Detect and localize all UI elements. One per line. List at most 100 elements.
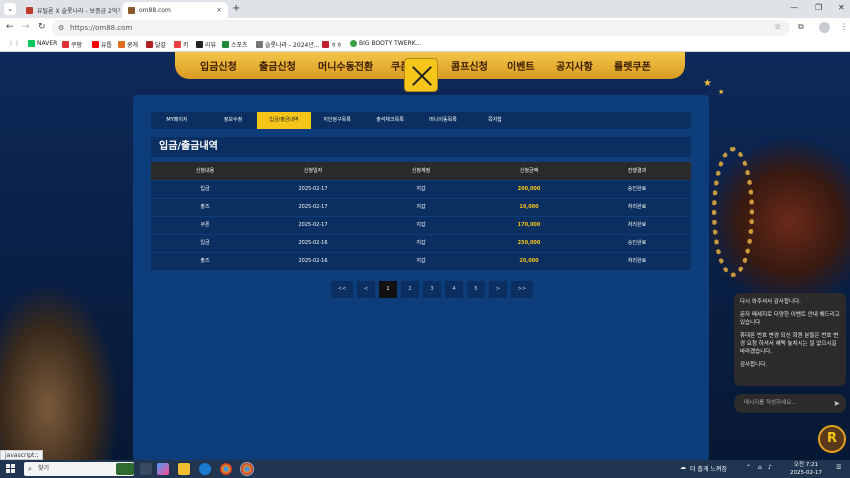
bookmark-3[interactable]: 달갈 <box>146 40 166 49</box>
forward-icon[interactable]: → <box>22 22 30 32</box>
table-header: 신청내용 신청일자 신청계정 신청금액 진행결과 <box>151 162 691 180</box>
extensions-icon[interactable]: ⧉ <box>798 22 804 32</box>
bookmarks-bar: ⋮⋮ NAVER 쿠팡 유툽 쿵게 달갈 키 리뷰 스포츠 슬롯나라 - 202… <box>0 38 850 52</box>
menu-roulette-coupon[interactable]: 룰렛쿠폰 <box>614 58 651 73</box>
tree-widget-icon <box>116 463 134 475</box>
bookmark-9[interactable]: BIG BOOTY TWERK... <box>350 40 421 47</box>
tab-title: om88.com <box>139 6 171 14</box>
tray-chevron-icon[interactable]: ⌃ <box>746 464 751 471</box>
cell-amount: 170,000 <box>517 222 541 228</box>
notifications-icon[interactable]: ☰ <box>836 464 841 471</box>
youtube-icon <box>92 41 99 48</box>
close-window-icon[interactable]: ✕ <box>838 3 845 12</box>
page-button-4[interactable]: 4 <box>445 281 463 298</box>
volume-icon[interactable]: ♪ <box>768 464 772 471</box>
cell-type: 입금 <box>200 240 210 246</box>
browser-tab-2[interactable]: om88.com × <box>122 2 228 18</box>
page-button-1[interactable]: 1 <box>379 281 397 298</box>
back-icon[interactable]: ← <box>6 22 14 32</box>
bookmark-coupang[interactable]: 쿠팡 <box>62 40 82 49</box>
tab-money-transfer[interactable]: 머니이동목록 <box>417 112 469 129</box>
minimize-icon[interactable]: — <box>790 3 798 12</box>
table-row: 쿠폰 2025-02-17 지갑 170,000 처리완료 <box>151 216 691 234</box>
menu-event[interactable]: 이벤트 <box>507 58 535 73</box>
tab-title: 유틸론 X 슬롯나라 - 보증금 2억 <box>37 7 118 15</box>
edge-icon[interactable] <box>199 463 211 475</box>
tab-transactions[interactable]: 입금/출금내역 <box>257 112 311 129</box>
chat-message-bubble: 다시 와주셔서 감사합니다. 문자 메세지로 다양한 이벤트 안내 해드리고 있… <box>734 293 846 386</box>
bookmark-7[interactable]: 슬롯나라 - 2024년... <box>256 40 320 49</box>
menu-withdraw[interactable]: 출금신청 <box>259 58 296 73</box>
tab-attendance[interactable]: 출석체크목록 <box>363 112 417 129</box>
chat-launcher-logo[interactable]: R <box>818 425 846 453</box>
bookmark-2[interactable]: 쿵게 <box>118 40 138 49</box>
bookmark-star-icon[interactable]: ☆ <box>774 22 781 31</box>
table-row: 입금 2025-02-16 지갑 250,000 승인완료 <box>151 234 691 252</box>
apps-icon[interactable]: ⋮⋮ <box>8 40 20 47</box>
mypage-tabs: MY페이지 정보수정 입금/출금내역 지인정구목록 출석체크목록 머니이동목록 … <box>151 112 691 129</box>
system-clock[interactable]: 오전 7:21 2025-02-17 <box>790 461 822 477</box>
page-last-button[interactable]: >> <box>511 281 533 298</box>
chat-input-placeholder: 메시지를 작성하세요... <box>744 400 797 406</box>
file-explorer-icon[interactable] <box>178 463 190 475</box>
network-icon[interactable]: ⌂ <box>758 464 762 471</box>
tab-messages[interactable]: 쪽지함 <box>469 112 521 129</box>
bookmark-5[interactable]: 리뷰 <box>196 40 216 49</box>
task-view-icon[interactable] <box>140 463 152 475</box>
col-amount: 신청금액 <box>519 168 539 174</box>
star-icon: ★ <box>703 78 712 89</box>
naver-icon <box>28 40 35 47</box>
menu-money-convert[interactable]: 머니수동전환 <box>318 58 373 73</box>
site-viewport: ★ ★ 입금신청 출금신청 머니수동전환 쿠폰 콤프신청 이벤트 공지사항 룰렛… <box>0 52 850 461</box>
menu-deposit[interactable]: 입금신청 <box>200 58 237 73</box>
new-tab-button[interactable]: + <box>232 3 240 14</box>
menu-comp[interactable]: 콤프신청 <box>451 58 488 73</box>
chrome-active-icon[interactable] <box>240 462 254 476</box>
bookmark-8[interactable]: ㅎㅎ <box>322 40 342 49</box>
bookmark-6[interactable]: 스포츠 <box>222 40 248 49</box>
page-first-button[interactable]: << <box>331 281 353 298</box>
tab-favicon-icon <box>26 6 33 14</box>
close-icon[interactable] <box>404 58 438 92</box>
table-row: 출즈 2025-02-16 지갑 20,000 처리완료 <box>151 252 691 270</box>
bookmark-icon <box>146 41 153 48</box>
tab-edit-info[interactable]: 정보수정 <box>207 112 259 129</box>
page-button-5[interactable]: 5 <box>467 281 485 298</box>
send-icon[interactable]: ➤ <box>833 394 840 413</box>
chat-message: 문자 메세지로 다양한 이벤트 안내 해드리고 있습니다 <box>740 312 840 326</box>
copilot-icon[interactable] <box>157 463 169 475</box>
browser-tab-1[interactable]: 유틸론 X 슬롯나라 - 보증금 2억 × <box>20 2 120 18</box>
cell-account: 지갑 <box>416 240 426 246</box>
tab-close-icon[interactable]: × <box>216 6 222 14</box>
windows-start-icon[interactable] <box>6 464 16 474</box>
address-bar[interactable]: ⚙ https://om88.com <box>52 20 790 36</box>
bookmark-icon <box>322 41 329 48</box>
menu-notice[interactable]: 공지사항 <box>556 58 593 73</box>
search-icon: ⌕ <box>28 465 32 473</box>
page-prev-button[interactable]: < <box>357 281 375 298</box>
maximize-icon[interactable]: ❐ <box>815 3 822 12</box>
page-button-3[interactable]: 3 <box>423 281 441 298</box>
clock-time: 오전 7:21 <box>793 462 819 468</box>
tab-referral[interactable]: 지인정구목록 <box>311 112 363 129</box>
cell-account: 지갑 <box>416 186 426 192</box>
tab-search-button[interactable]: ⌄ <box>4 3 16 15</box>
bookmark-youtube[interactable]: 유툽 <box>92 40 112 49</box>
page-button-2[interactable]: 2 <box>401 281 419 298</box>
chrome-icon[interactable] <box>220 463 232 475</box>
tab-close-icon[interactable]: × <box>117 6 120 14</box>
reload-icon[interactable]: ↻ <box>38 22 46 32</box>
cell-date: 2025-02-17 <box>298 222 328 228</box>
site-info-icon[interactable]: ⚙ <box>58 20 64 36</box>
cell-amount: 10,000 <box>519 204 539 210</box>
page-next-button[interactable]: > <box>489 281 507 298</box>
chat-input[interactable]: 메시지를 작성하세요... ➤ <box>734 394 846 413</box>
bookmark-4[interactable]: 키 <box>174 40 189 49</box>
bookmark-naver[interactable]: NAVER <box>28 40 57 47</box>
tab-mypage[interactable]: MY페이지 <box>151 112 203 129</box>
weather-text: 더 춥게 느껴짐 <box>690 466 727 473</box>
character-decoration <box>0 282 120 461</box>
chat-message: 다시 와주셔서 감사합니다. <box>740 299 801 305</box>
menu-kebab-icon[interactable]: ⋮ <box>840 22 848 31</box>
profile-avatar[interactable] <box>819 22 830 33</box>
